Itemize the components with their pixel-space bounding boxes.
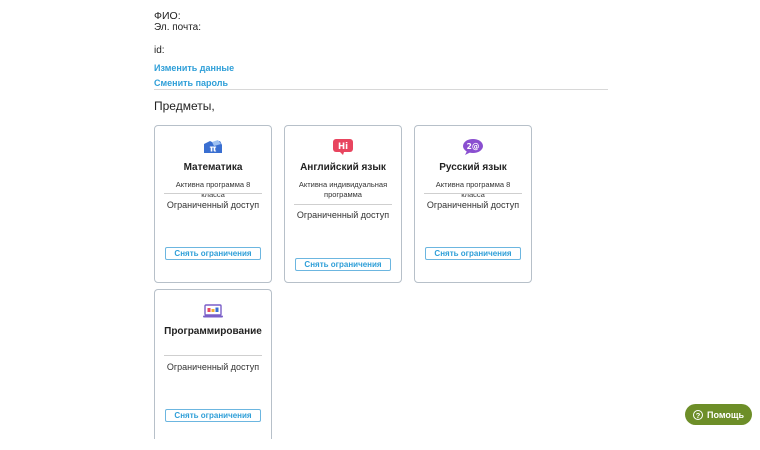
help-button[interactable]: ? Помощь <box>685 404 752 425</box>
subjects-title: Предметы, <box>154 99 215 113</box>
remove-restrictions-button[interactable]: Снять ограничения <box>165 409 261 422</box>
svg-text:Hi: Hi <box>338 142 348 152</box>
card-separator <box>164 193 262 194</box>
subject-program: Активна программа 8 класса <box>435 180 511 199</box>
subject-card-russian: 2@ Русский язык Активна программа 8 клас… <box>414 125 532 283</box>
remove-restrictions-button[interactable]: Снять ограничения <box>425 247 521 260</box>
access-status: Ограниченный доступ <box>166 200 260 210</box>
svg-text:2@: 2@ <box>467 142 480 151</box>
remove-restrictions-button[interactable]: Снять ограничения <box>165 247 261 260</box>
access-status: Ограниченный доступ <box>426 200 520 210</box>
laptop-icon <box>202 303 224 319</box>
remove-restrictions-button[interactable]: Снять ограничения <box>295 258 391 271</box>
subject-name: Математика <box>183 162 243 173</box>
question-circle-icon: ? <box>692 409 703 420</box>
access-status: Ограниченный доступ <box>166 362 260 372</box>
subject-program: Активна программа 8 класса <box>175 180 251 199</box>
help-label: Помощь <box>706 409 744 420</box>
profile-info: ФИО: Эл. почта: id: Изменить данные Смен… <box>154 10 234 89</box>
speech-bubble-icon: 2@ <box>462 139 484 155</box>
divider <box>154 89 608 90</box>
card-separator <box>164 355 262 356</box>
subject-card-programming: Программирование Ограниченный доступ Сня… <box>154 289 272 439</box>
subject-program: Активна индивидуальная программа <box>298 180 388 199</box>
id-label: id: <box>154 45 165 56</box>
change-password-link[interactable]: Сменить пароль <box>154 77 234 89</box>
pi-math-icon: π <box>202 139 224 155</box>
access-status: Ограниченный доступ <box>296 210 390 220</box>
subject-card-math: π Математика Активна программа 8 класса … <box>154 125 272 283</box>
subject-card-english: Hi Английский язык Активна индивидуальна… <box>284 125 402 283</box>
fio-label: ФИО: <box>154 10 181 22</box>
subject-name: Программирование <box>164 326 262 337</box>
subject-name: Английский язык <box>300 162 386 173</box>
svg-text:π: π <box>209 145 216 155</box>
card-separator <box>424 193 522 194</box>
edit-profile-link[interactable]: Изменить данные <box>154 62 234 74</box>
email-label: Эл. почта: <box>154 22 202 33</box>
card-separator <box>294 204 392 205</box>
subject-name: Русский язык <box>439 162 507 173</box>
hi-speech-bubble-icon: Hi <box>332 139 354 155</box>
